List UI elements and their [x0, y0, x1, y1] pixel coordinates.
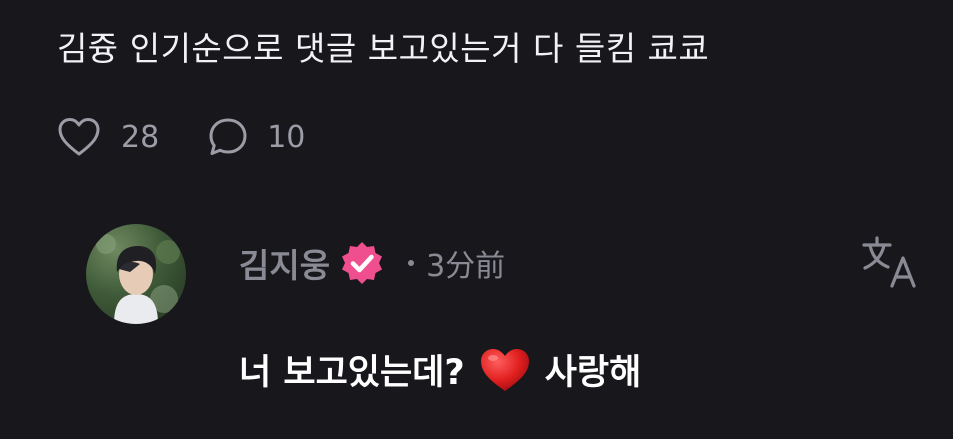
separator-dot	[408, 260, 415, 266]
reply-text-after: 사랑해	[544, 353, 642, 393]
reply-text: 너 보고있는데? 사랑해	[239, 344, 641, 395]
red-heart-emoji	[480, 348, 529, 391]
avatar[interactable]	[86, 224, 186, 324]
post-actions: 28 10	[57, 114, 305, 160]
reply-header: 김지웅 3分前	[239, 238, 505, 288]
reply-time: 3分前	[426, 249, 506, 284]
avatar-portrait	[96, 234, 180, 324]
like-button[interactable]: 28	[57, 117, 159, 157]
comment-count: 10	[267, 119, 306, 155]
translate-button[interactable]	[860, 234, 922, 290]
comment-button[interactable]: 10	[207, 116, 305, 158]
heart-outline-icon	[58, 118, 100, 156]
verified-badge-icon	[342, 242, 383, 284]
post-text: 김즁 인기순으로 댓글 보고있는거 다 들킴 쿄쿄	[57, 29, 710, 68]
speech-bubble-icon	[209, 118, 247, 155]
reply-text-before: 너 보고있는데?	[239, 353, 465, 393]
author-name[interactable]: 김지웅	[239, 239, 330, 287]
like-count: 28	[121, 119, 160, 155]
translate-icon	[862, 236, 916, 288]
